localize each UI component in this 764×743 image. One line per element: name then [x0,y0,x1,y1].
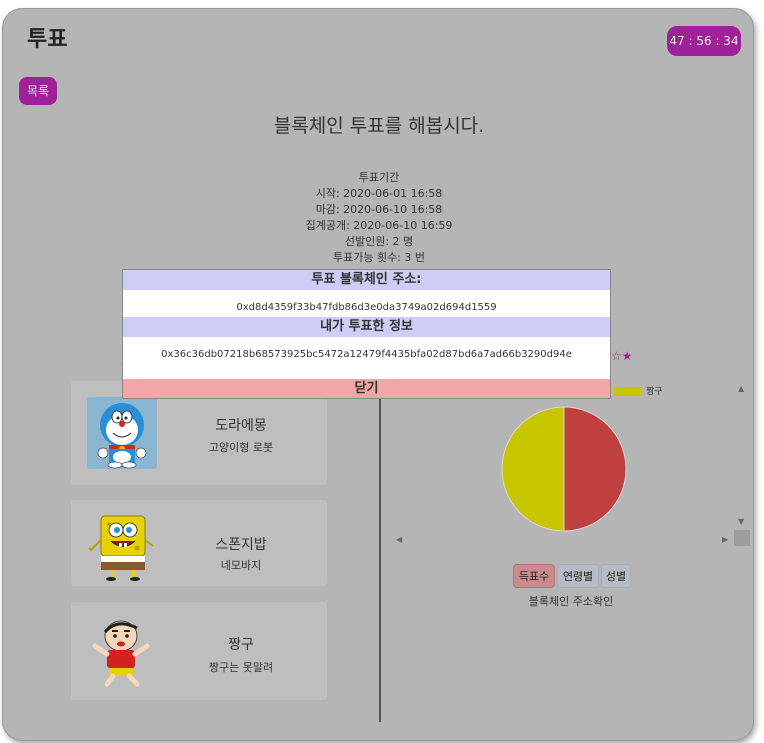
scroll-up-arrow[interactable]: ▲ [738,384,744,393]
vote-count: 투표가능 횟수: 3 번 [332,251,426,264]
column-divider [379,379,381,722]
pie-slice-0[interactable] [563,406,627,532]
legend-label: 짱구 [646,387,663,397]
scroll-right-arrow[interactable]: ▶ [722,535,728,544]
address-value: 0xd8d4359f33b47fdb86d3e0da3749a02d694d15… [236,302,497,313]
tab-age[interactable]: 연령별 [557,564,599,588]
tab-gender[interactable]: 성별 [601,564,631,588]
page-title: 투표 [27,27,68,52]
countdown-timer: 47 : 56 : 34 [667,26,741,56]
candidate-name: 짱구 [228,637,254,653]
vote-heading: 블록체인 투표를 해봅시다. [273,115,485,137]
blockchain-info-modal: 투표 블록체인 주소: 0xd8d4359f33b47fdb86d3e0da37… [122,269,611,399]
period-label: 투표기간 [358,171,400,184]
elected-count: 선발인원: 2 명 [344,235,414,248]
pie-slice-1[interactable] [501,406,565,532]
period-tally: 집계공개: 2020-06-10 16:59 [305,219,453,232]
period-start: 시작: 2020-06-01 16:58 [315,187,443,200]
candidate-desc: 고양이형 로봇 [208,441,274,454]
vote-period-info: 투표기간 시작: 2020-06-01 16:58 마감: 2020-06-10… [3,170,753,266]
candidate-name: 도라에몽 [215,418,267,434]
my-vote-value: 0x36c36db07218b68573925bc5472a12479f4435… [161,349,572,360]
candidate-desc: 네모바지 [220,559,262,572]
verify-address-link[interactable]: 블록체인 주소확인 [493,593,649,609]
candidate-name: 스폰지밥 [215,537,267,553]
scroll-left-arrow[interactable]: ◀ [396,535,402,544]
period-end: 마감: 2020-06-10 16:58 [315,203,443,216]
doraemon-image [87,397,157,469]
star-rating: ☆★ [611,349,633,363]
tab-votes[interactable]: 득표수 [513,564,555,588]
scrollbar-corner [734,530,750,546]
close-button[interactable]: 닫기 [123,379,610,398]
list-button[interactable]: 목록 [19,77,57,105]
candidate-card-shinchan[interactable]: 짱구 짱구는 못말려 [71,602,327,700]
legend-swatch [614,387,642,396]
spongebob-image [87,510,157,582]
candidate-desc: 짱구는 못말려 [208,661,274,674]
shinchan-image [87,616,157,688]
candidate-card-spongebob[interactable]: 스폰지밥 네모바지 [71,500,327,586]
my-vote-title: 내가 투표한 정보 [123,317,610,337]
vote-pie-chart [501,406,627,532]
address-title: 투표 블록체인 주소: [123,270,610,290]
scroll-down-arrow[interactable]: ▼ [738,517,744,526]
